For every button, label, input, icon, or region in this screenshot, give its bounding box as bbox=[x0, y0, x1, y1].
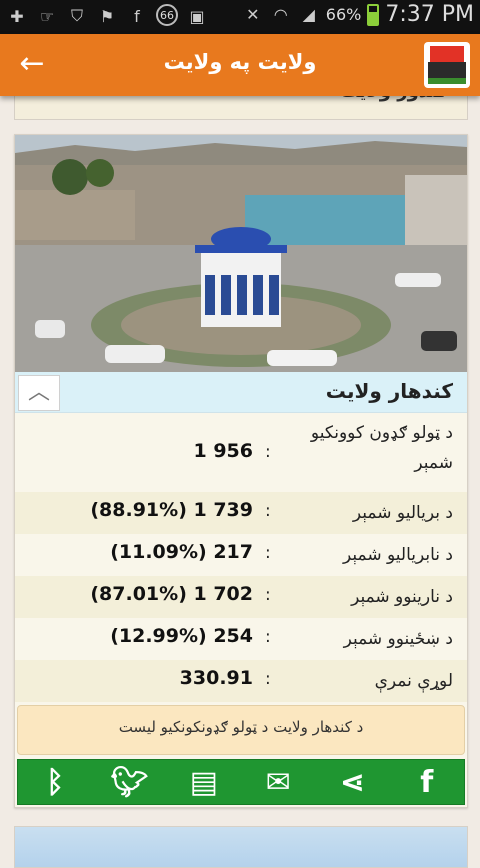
stat-row-female: د ښځینوو شمېر : (12.99%) 254 bbox=[15, 618, 467, 660]
badge-icon: 66 bbox=[156, 4, 178, 26]
clock: 7:37 PM bbox=[385, 2, 474, 27]
battery-percent: 66% bbox=[325, 5, 362, 24]
ballot-box-icon bbox=[424, 42, 470, 88]
stats-table: د ټولو ګډون کوونکیو شمېر : 1 956 د بریال… bbox=[15, 412, 467, 702]
province-card: ︿ کندهار ولایت د ټولو ګډون کوونکیو شمېر … bbox=[14, 134, 468, 808]
stat-row-passed: د بریالیو شمېر : (88.91%) 1 739 bbox=[15, 492, 467, 534]
stat-label: لوړې نمرې bbox=[374, 671, 453, 691]
stat-value: (12.99%) 254 bbox=[110, 625, 253, 647]
stat-row-total: د ټولو ګډون کوونکیو شمېر : 1 956 bbox=[15, 412, 467, 492]
bluetooth-icon[interactable]: ᛒ bbox=[36, 763, 74, 801]
stat-label: د ښځینوو شمېر bbox=[343, 629, 453, 649]
hands-icon: ☞ bbox=[39, 6, 55, 26]
facebook-icon: f bbox=[134, 6, 140, 26]
page-title: ولایت په ولایت bbox=[163, 50, 317, 74]
stat-label: د نابریالیو شمېر bbox=[343, 545, 453, 565]
stat-value: (87.01%) 1 702 bbox=[90, 583, 253, 605]
stat-label: د ټولو ګډون کوونکیو شمېر bbox=[310, 423, 453, 473]
stat-value: 330.91 bbox=[179, 667, 253, 689]
facebook-icon[interactable]: f bbox=[408, 763, 446, 801]
province-header: ︿ کندهار ولایت bbox=[15, 372, 467, 413]
mute-icon: ✕ bbox=[246, 5, 260, 24]
signal-icon: ◢ bbox=[302, 5, 315, 24]
status-bar: ✚ ☞ ⛉ ⚑ f 66 ▣ ✕ ◠ ◢ 66% 7:37 PM bbox=[0, 0, 480, 34]
stat-value: (11.09%) 217 bbox=[110, 541, 253, 563]
participants-list-label: د کندهار ولایت د ټولو ګډونکونکیو لیست bbox=[118, 718, 364, 736]
participants-list-button[interactable]: د کندهار ولایت د ټولو ګډونکونکیو لیست bbox=[17, 705, 465, 755]
stat-row-top-score: لوړې نمرې : 330.91 bbox=[15, 660, 467, 702]
next-province-card[interactable] bbox=[14, 826, 468, 868]
app-bar: ← ولایت په ولایت bbox=[0, 34, 480, 96]
stat-label: د بریالیو شمېر bbox=[352, 503, 453, 523]
share-icon[interactable]: ⋖ bbox=[333, 763, 371, 801]
stat-row-male: د نارینوو شمېر : (87.01%) 1 702 bbox=[15, 576, 467, 618]
stat-label: د نارینوو شمېر bbox=[351, 587, 453, 607]
signpost-icon: ⚑ bbox=[99, 6, 115, 26]
battery-icon bbox=[367, 3, 380, 26]
shield-icon: ⛉ bbox=[70, 6, 83, 25]
add-icon: ✚ bbox=[10, 6, 24, 26]
notes-icon[interactable]: ▤ bbox=[185, 763, 223, 801]
stat-value: 1 956 bbox=[193, 440, 254, 462]
twitter-icon[interactable]: 🐦︎ bbox=[110, 763, 148, 801]
email-icon[interactable]: ✉ bbox=[259, 763, 297, 801]
stat-value: (88.91%) 1 739 bbox=[90, 499, 253, 521]
share-bar: ᛒ 🐦︎ ▤ ✉ ⋖ f bbox=[17, 759, 465, 805]
province-name: کندهار ولایت bbox=[325, 379, 453, 403]
stat-row-failed: د نابریالیو شمېر : (11.09%) 217 bbox=[15, 534, 467, 576]
image-icon: ▣ bbox=[189, 6, 205, 26]
wifi-icon: ◠ bbox=[273, 5, 288, 24]
province-photo bbox=[15, 135, 467, 372]
chevron-up-icon[interactable]: ︿ bbox=[18, 375, 60, 411]
